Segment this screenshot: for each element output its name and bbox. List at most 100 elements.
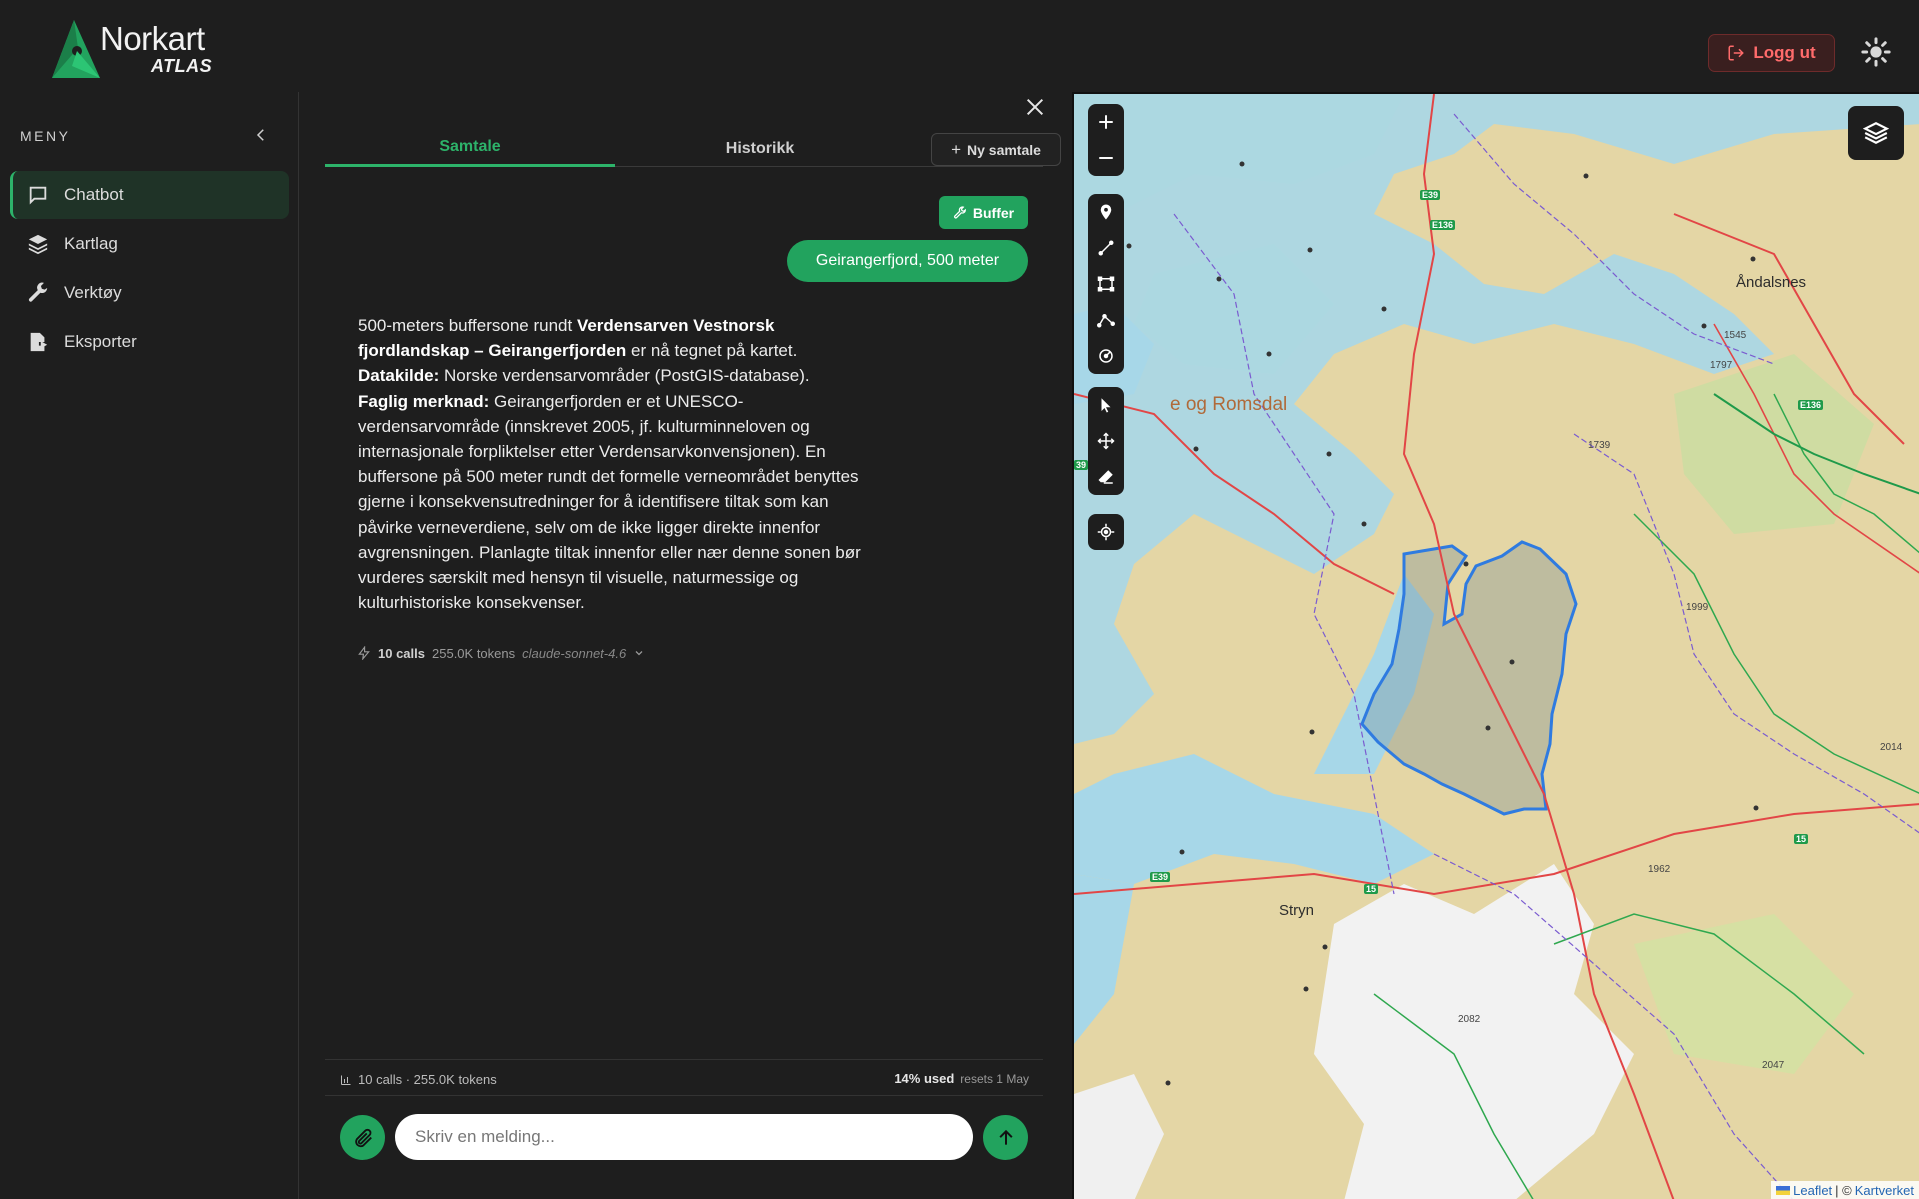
assistant-text: 500-meters buffersone rundt <box>358 316 577 335</box>
draw-circle-button[interactable] <box>1088 338 1124 374</box>
usage-summary: 10 calls · 255.0K tokens <box>340 1072 497 1087</box>
map-layers-button[interactable] <box>1848 106 1904 160</box>
layers-icon <box>26 232 50 256</box>
map-height-label: 2014 <box>1880 742 1903 753</box>
plus-icon <box>1099 115 1113 129</box>
usage-footer: 10 calls · 255.0K tokens 14% used resets… <box>325 1059 1043 1096</box>
app-root: Norkart ATLAS Logg ut MENY Chatbot Kartl… <box>0 0 1919 1199</box>
sun-icon <box>1861 37 1891 67</box>
draw-rectangle-button[interactable] <box>1088 266 1124 302</box>
zoom-out-button[interactable] <box>1088 140 1124 176</box>
export-icon <box>26 330 50 354</box>
arrow-up-icon <box>998 1129 1013 1145</box>
logo-mark-icon <box>52 20 100 78</box>
draw-marker-button[interactable] <box>1088 194 1124 230</box>
quota-reset: resets 1 May <box>960 1072 1029 1086</box>
cursor-edit-icon <box>1101 398 1111 413</box>
rectangle-icon <box>1097 276 1115 292</box>
close-chat-button[interactable] <box>1020 92 1050 122</box>
assistant-message: 500-meters buffersone rundt Verdensarven… <box>358 313 873 615</box>
user-message: Geirangerfjord, 500 meter <box>787 240 1028 282</box>
new-chat-button[interactable]: + Ny samtale <box>931 133 1061 166</box>
draw-line-button[interactable] <box>1088 230 1124 266</box>
paperclip-icon <box>354 1128 372 1147</box>
map-height-label: 1545 <box>1724 330 1747 341</box>
attach-file-button[interactable] <box>340 1115 385 1160</box>
close-icon <box>1026 98 1044 116</box>
sidebar-item-kartlag[interactable]: Kartlag <box>10 220 289 268</box>
move-icon <box>1097 432 1115 450</box>
sidebar-item-label: Verktøy <box>64 283 122 302</box>
map-pin-icon <box>1100 204 1112 220</box>
crosshair-icon <box>1097 523 1115 541</box>
message-input[interactable] <box>395 1114 973 1160</box>
plus-icon: + <box>951 139 961 159</box>
map-view[interactable]: e og Romsdal Åndalsnes Stryn 1545 1797 1… <box>1072 92 1919 1199</box>
map-label-stryn: Stryn <box>1279 902 1315 919</box>
usage-tokens: 255.0K tokens <box>432 645 516 661</box>
leaflet-link[interactable]: Leaflet <box>1793 1183 1832 1198</box>
usage-model: claude-sonnet-4.6 <box>522 645 627 661</box>
flag-icon <box>1776 1185 1791 1195</box>
map-height-label: 1797 <box>1710 360 1733 371</box>
send-button[interactable] <box>983 1115 1028 1160</box>
quota-percent: 14% used <box>894 1071 955 1086</box>
locate-me-button[interactable] <box>1088 514 1124 550</box>
tool-chip-label: Buffer <box>972 204 1015 221</box>
sidebar-item-label: Kartlag <box>64 234 118 253</box>
road-shield: 15 <box>1364 884 1379 894</box>
sidebar-item-label: Chatbot <box>64 185 124 204</box>
map-attribution: Leaflet | © Kartverket <box>1771 1181 1919 1199</box>
map-height-label: 1999 <box>1686 602 1709 613</box>
tool-call-chip[interactable]: Buffer <box>939 196 1028 229</box>
move-tool-button[interactable] <box>1088 423 1124 459</box>
map-height-label: 2047 <box>1762 1060 1785 1071</box>
erase-tool-button[interactable] <box>1088 459 1124 495</box>
polyline-icon <box>1097 314 1115 328</box>
wrench-icon <box>26 281 50 305</box>
usage-calls: 10 calls <box>378 645 425 661</box>
note-text: Geirangerfjorden er et UNESCO-verdensarv… <box>358 391 861 613</box>
eraser-icon <box>1098 470 1113 484</box>
cut-tool-button[interactable] <box>1088 387 1124 423</box>
draw-controls <box>1088 194 1124 374</box>
line-icon <box>1098 240 1114 256</box>
tab-samtale[interactable]: Samtale <box>325 130 615 167</box>
minus-icon <box>1099 157 1113 159</box>
chevron-down-icon <box>635 651 643 656</box>
map-height-label: 2082 <box>1458 1014 1481 1025</box>
collapse-sidebar-button[interactable] <box>252 126 272 146</box>
sidebar-nav: Chatbot Kartlag Verktøy Eksporter <box>10 171 289 367</box>
sidebar-item-verktoy[interactable]: Verktøy <box>10 269 289 317</box>
lightning-icon <box>358 646 370 660</box>
map-height-label: 1962 <box>1648 864 1671 875</box>
draw-polyline-button[interactable] <box>1088 302 1124 338</box>
menu-title: MENY <box>20 128 71 144</box>
kartverket-link[interactable]: Kartverket <box>1855 1183 1914 1198</box>
logout-label: Logg ut <box>1753 43 1816 62</box>
source-text: Norske verdensarvområder (PostGIS-databa… <box>439 366 810 386</box>
circle-icon <box>1099 349 1113 363</box>
tab-historikk[interactable]: Historikk <box>615 130 905 167</box>
logo-title: Norkart <box>100 20 205 57</box>
assistant-text: er nå tegnet på kartet. <box>626 341 798 361</box>
sidebar-item-chatbot[interactable]: Chatbot <box>10 171 289 219</box>
message-usage[interactable]: 10 calls 255.0K tokens claude-sonnet-4.6 <box>357 643 645 663</box>
logout-button[interactable]: Logg ut <box>1708 34 1835 72</box>
quota-status: 14% used resets 1 May <box>894 1071 1029 1086</box>
zoom-in-button[interactable] <box>1088 104 1124 140</box>
chat-icon <box>26 183 50 207</box>
map-terrain <box>1074 94 1919 1199</box>
locate-control <box>1088 514 1124 550</box>
note-label: Faglig merknad: <box>358 391 490 411</box>
source-label: Datakilde: <box>358 366 440 386</box>
map-label-andalsnes: Åndalsnes <box>1736 274 1807 291</box>
attribution-separator: | © <box>1835 1182 1852 1198</box>
wrench-icon <box>953 205 966 219</box>
road-shield: E39 <box>1150 872 1171 882</box>
theme-toggle-button[interactable] <box>1860 35 1892 69</box>
road-shield: E136 <box>1430 220 1456 230</box>
layers-icon <box>1863 122 1889 144</box>
sidebar-item-eksporter[interactable]: Eksporter <box>10 318 289 366</box>
map-label-region: e og Romsdal <box>1170 394 1288 415</box>
